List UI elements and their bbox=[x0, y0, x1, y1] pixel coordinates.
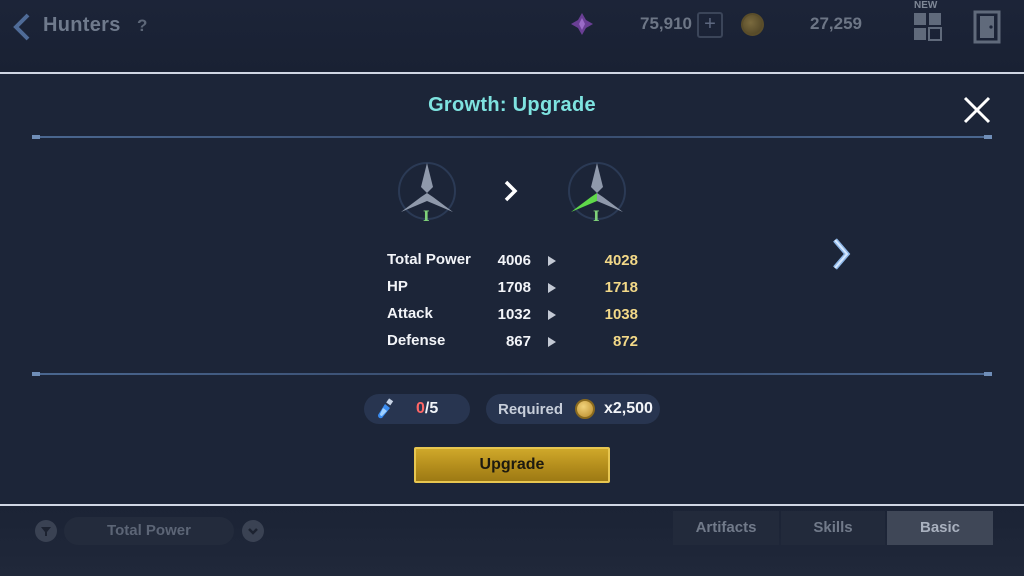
bottom-tabs: Artifacts Skills Basic bbox=[673, 511, 993, 545]
small-arrow-icon bbox=[548, 310, 556, 320]
page-title: Hunters bbox=[43, 14, 121, 36]
tab-basic[interactable]: Basic bbox=[887, 511, 993, 545]
material-need: /5 bbox=[424, 400, 439, 417]
stat-new-hp: 1718 bbox=[604, 279, 638, 296]
stat-label-hp: HP bbox=[387, 278, 408, 295]
add-gems-button[interactable]: + bbox=[697, 12, 723, 38]
tab-skills[interactable]: Skills bbox=[781, 511, 885, 545]
arrow-right-icon bbox=[504, 180, 518, 202]
next-chevron-icon[interactable] bbox=[826, 236, 856, 272]
filter-icon[interactable] bbox=[35, 520, 57, 542]
stat-new-defense: 872 bbox=[612, 333, 638, 350]
close-icon[interactable] bbox=[961, 94, 993, 126]
modal-title: Growth: Upgrade bbox=[428, 94, 596, 116]
top-bar: Hunters ? 75,910 + 27,259 NEW bbox=[0, 0, 1024, 72]
exit-door-icon[interactable] bbox=[973, 10, 1001, 44]
material-have: 0 bbox=[416, 400, 425, 417]
sort-selector[interactable]: Total Power bbox=[64, 517, 234, 545]
top-divider bbox=[32, 135, 992, 139]
gold-count: 27,259 bbox=[810, 14, 862, 33]
stat-label-defense: Defense bbox=[387, 332, 446, 349]
required-amount: x2,500 bbox=[604, 400, 653, 417]
gold-coin-icon bbox=[741, 13, 764, 36]
purple-gem-icon bbox=[571, 13, 593, 35]
rank-current: I bbox=[423, 209, 430, 225]
material-count: 0/5 bbox=[416, 400, 438, 418]
required-gold-pill: Required x2,500 bbox=[486, 394, 660, 424]
stat-current-attack: 1032 bbox=[497, 306, 531, 323]
bottom-divider bbox=[32, 372, 992, 376]
gold-coin-icon bbox=[575, 399, 595, 419]
upgrade-button[interactable]: Upgrade bbox=[414, 447, 610, 483]
stat-label-total-power: Total Power bbox=[387, 251, 471, 268]
help-icon[interactable]: ? bbox=[137, 16, 147, 36]
small-arrow-icon bbox=[548, 283, 556, 293]
stat-current-total-power: 4006 bbox=[497, 252, 531, 269]
potion-icon bbox=[378, 398, 394, 419]
material-count-pill: 0/5 bbox=[364, 394, 470, 424]
stat-new-attack: 1038 bbox=[604, 306, 638, 323]
tab-artifacts[interactable]: Artifacts bbox=[673, 511, 779, 545]
chevron-down-icon[interactable] bbox=[242, 520, 264, 542]
menu-grid-icon[interactable] bbox=[913, 12, 943, 42]
small-arrow-icon bbox=[548, 337, 556, 347]
back-arrow-icon[interactable] bbox=[10, 12, 36, 42]
upgrade-modal: Growth: Upgrade I I Total Power 4006 402… bbox=[0, 72, 1024, 506]
small-arrow-icon bbox=[548, 256, 556, 266]
required-label: Required bbox=[498, 401, 564, 418]
gem-count: 75,910 bbox=[640, 14, 692, 33]
stat-new-total-power: 4028 bbox=[604, 252, 638, 269]
rank-next: I bbox=[593, 209, 600, 225]
stat-current-hp: 1708 bbox=[497, 279, 531, 296]
stat-current-defense: 867 bbox=[505, 333, 531, 350]
new-badge: NEW bbox=[914, 0, 938, 11]
stat-label-attack: Attack bbox=[387, 305, 433, 322]
bottom-bar: Total Power Artifacts Skills Basic bbox=[0, 506, 1024, 576]
